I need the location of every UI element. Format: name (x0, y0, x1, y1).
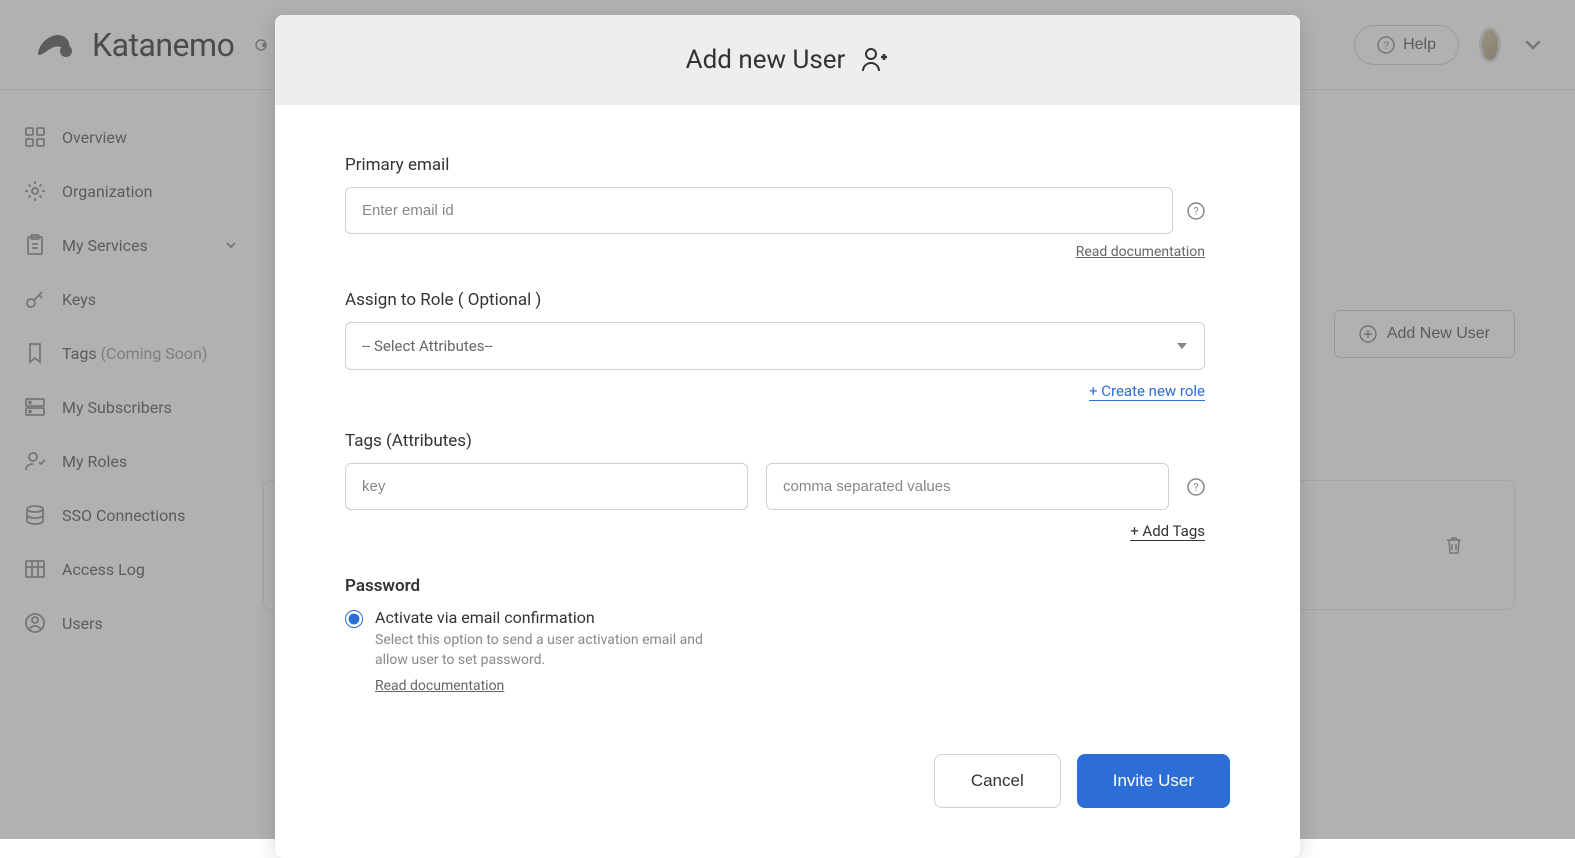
tags-group: Tags (Attributes) ? + Add Tags (345, 431, 1205, 541)
role-label: Assign to Role ( Optional ) (345, 290, 1205, 310)
create-new-role-link[interactable]: + Create new role (1089, 382, 1205, 401)
activate-email-radio[interactable] (345, 610, 363, 628)
help-icon[interactable]: ? (1187, 478, 1205, 496)
user-plus-icon (859, 47, 889, 73)
radio-description: Select this option to send a user activa… (375, 631, 715, 670)
add-tags-link[interactable]: + Add Tags (1130, 522, 1205, 541)
invite-user-button[interactable]: Invite User (1077, 754, 1230, 808)
password-documentation-link[interactable]: Read documentation (375, 678, 1205, 694)
radio-label: Activate via email confirmation (375, 608, 1205, 627)
password-section: Password Activate via email confirmation… (345, 576, 1205, 694)
password-label: Password (345, 576, 1205, 596)
modal-header: Add new User (275, 15, 1300, 105)
activate-email-option[interactable]: Activate via email confirmation Select t… (345, 608, 1205, 694)
primary-email-label: Primary email (345, 155, 1205, 175)
modal-footer: Cancel Invite User (275, 734, 1300, 858)
tag-key-input[interactable] (345, 463, 748, 510)
cancel-button[interactable]: Cancel (934, 754, 1061, 808)
tag-value-input[interactable] (766, 463, 1169, 510)
modal-title: Add new User (686, 45, 846, 75)
add-user-modal: Add new User Primary email ? (275, 15, 1300, 858)
help-icon[interactable]: ? (1187, 202, 1205, 220)
modal-body: Primary email ? Read documentation A (275, 105, 1300, 734)
email-documentation-link[interactable]: Read documentation (1076, 244, 1205, 260)
primary-email-input[interactable] (345, 187, 1173, 234)
tags-label: Tags (Attributes) (345, 431, 1205, 451)
svg-text:?: ? (1193, 481, 1198, 494)
svg-text:?: ? (1193, 205, 1198, 218)
primary-email-group: Primary email ? Read documentation (345, 155, 1205, 260)
role-group: Assign to Role ( Optional ) -- Select At… (345, 290, 1205, 401)
modal-overlay[interactable]: Add new User Primary email ? (0, 0, 1575, 839)
role-select[interactable]: -- Select Attributes-- (345, 322, 1205, 370)
